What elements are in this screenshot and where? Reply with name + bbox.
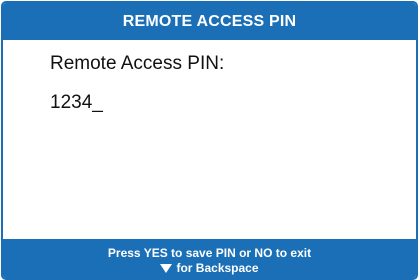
pin-label: Remote Access PIN: xyxy=(50,53,225,74)
save-exit-instruction: Press YES to save PIN or NO to exit xyxy=(107,246,312,260)
pin-input-display[interactable]: 1234_ xyxy=(50,92,103,114)
screen-title: REMOTE ACCESS PIN xyxy=(122,12,297,30)
backspace-hint-label: for Backspace xyxy=(176,261,259,275)
backspace-hint: for Backspace xyxy=(3,261,416,275)
content-area: Remote Access PIN: 1234_ xyxy=(3,40,416,239)
title-bar: REMOTE ACCESS PIN xyxy=(3,3,416,40)
pin-entry-screen: REMOTE ACCESS PIN Remote Access PIN: 123… xyxy=(1,1,418,280)
footer-instructions: Press YES to save PIN or NO to exit for … xyxy=(3,239,416,278)
down-arrow-icon xyxy=(160,264,173,273)
